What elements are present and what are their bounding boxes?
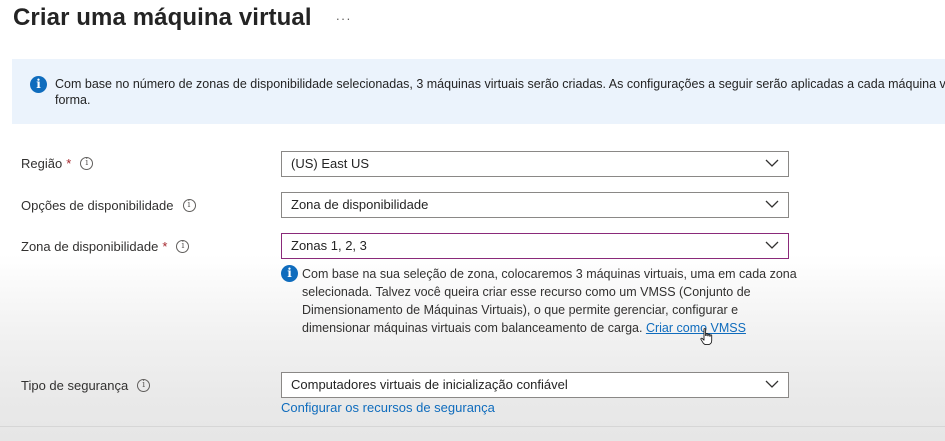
region-label: Região	[21, 156, 63, 171]
region-select[interactable]: (US) East US	[281, 151, 789, 177]
security-type-select-value: Computadores virtuais de inicialização c…	[291, 377, 568, 392]
more-options-icon[interactable]: ···	[336, 11, 352, 26]
info-banner: i Com base no número de zonas de disponi…	[12, 59, 945, 124]
help-icon[interactable]: i	[176, 240, 190, 253]
availability-zone-select[interactable]: Zonas 1, 2, 3	[281, 233, 789, 259]
availability-zone-label: Zona de disponibilidade	[21, 239, 159, 254]
region-label-row: Região * i	[21, 156, 94, 171]
availability-options-label: Opções de disponibilidade	[21, 198, 174, 213]
info-icon: i	[281, 265, 298, 282]
availability-zone-note-text: Com base na sua seleção de zona, colocar…	[302, 265, 802, 337]
chevron-down-icon	[765, 159, 779, 167]
security-type-label-row: Tipo de segurança i	[21, 378, 151, 393]
security-type-select[interactable]: Computadores virtuais de inicialização c…	[281, 372, 789, 398]
configure-security-features-link[interactable]: Configurar os recursos de segurança	[281, 400, 495, 415]
region-select-value: (US) East US	[291, 156, 370, 171]
availability-zone-select-value: Zonas 1, 2, 3	[291, 238, 367, 253]
security-type-label: Tipo de segurança	[21, 378, 129, 393]
create-as-vmss-link[interactable]: Criar como VMSS	[646, 321, 746, 335]
help-icon[interactable]: i	[80, 157, 94, 170]
hand-pointer-icon	[700, 328, 713, 346]
info-banner-line-1: Com base no número de zonas de disponibi…	[55, 77, 945, 91]
availability-zone-label-row: Zona de disponibilidade * i	[21, 239, 190, 254]
info-banner-line-2: forma.	[55, 93, 91, 107]
page-title: Criar uma máquina virtual	[13, 4, 312, 31]
help-icon[interactable]: i	[182, 199, 196, 212]
chevron-down-icon	[765, 241, 779, 249]
availability-options-select-value: Zona de disponibilidade	[291, 197, 429, 212]
required-mark: *	[66, 156, 72, 171]
info-banner-text: Com base no número de zonas de disponibi…	[55, 76, 945, 108]
required-mark: *	[162, 239, 168, 254]
help-icon[interactable]: i	[137, 379, 151, 392]
chevron-down-icon	[765, 380, 779, 388]
page-header: Criar uma máquina virtual ···	[13, 0, 352, 36]
info-icon: i	[30, 76, 47, 93]
availability-options-select[interactable]: Zona de disponibilidade	[281, 192, 789, 218]
chevron-down-icon	[765, 200, 779, 208]
availability-options-label-row: Opções de disponibilidade i	[21, 198, 196, 213]
bottom-divider	[0, 426, 945, 427]
